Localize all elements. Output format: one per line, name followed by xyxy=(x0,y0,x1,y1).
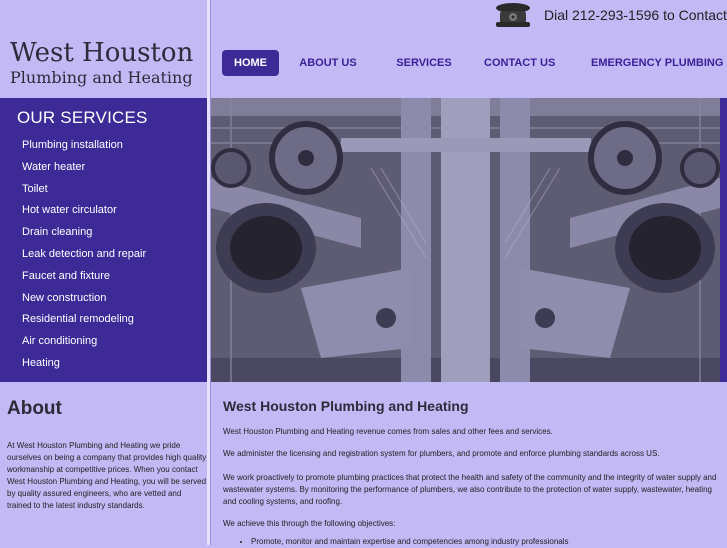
nav-services[interactable]: SERVICES xyxy=(395,50,453,76)
phone-text: Dial 212-293-1596 to Contact xyxy=(544,7,727,23)
objectives-list: Promote, monitor and maintain expertise … xyxy=(223,536,721,548)
service-residential-remodeling[interactable]: Residential remodeling xyxy=(22,312,146,334)
logo-line-1: West Houston xyxy=(10,38,194,68)
nav-contact-us[interactable]: CONTACT US xyxy=(484,50,555,76)
main-content: West Houston Plumbing and Heating West H… xyxy=(223,398,718,546)
service-air-conditioning[interactable]: Air conditioning xyxy=(22,334,146,356)
service-new-construction[interactable]: New construction xyxy=(22,291,146,313)
service-plumbing-installation[interactable]: Plumbing installation xyxy=(22,138,146,160)
main-paragraph-1: West Houston Plumbing and Heating revenu… xyxy=(223,427,553,436)
hero-right-strip xyxy=(720,98,727,382)
service-leak-detection[interactable]: Leak detection and repair xyxy=(22,247,146,269)
main-nav: HOME ABOUT US SERVICES CONTACT US EMERGE… xyxy=(222,50,727,76)
nav-emergency-plumbing[interactable]: EMERGENCY PLUMBING xyxy=(591,50,723,76)
service-heating[interactable]: Heating xyxy=(22,356,146,378)
site-logo[interactable]: West Houston Plumbing and Heating xyxy=(10,38,205,88)
phone-contact: Dial 212-293-1596 to Contact xyxy=(494,2,727,28)
logo-line-2: Plumbing and Heating xyxy=(10,68,193,87)
about-title: About xyxy=(7,398,62,419)
main-heading: West Houston Plumbing and Heating xyxy=(223,398,469,414)
services-sidebar: OUR SERVICES Plumbing installation Water… xyxy=(0,98,207,382)
telephone-icon xyxy=(496,3,530,27)
main-paragraph-2: We administer the licensing and registra… xyxy=(223,449,660,458)
service-water-heater[interactable]: Water heater xyxy=(22,160,146,182)
hero-image xyxy=(211,98,720,382)
services-list: Plumbing installation Water heater Toile… xyxy=(22,138,146,378)
objective-item: Promote, monitor and maintain expertise … xyxy=(251,536,721,548)
nav-home[interactable]: HOME xyxy=(222,50,279,76)
industrial-machinery-image xyxy=(211,98,720,382)
main-paragraph-4: We achieve this through the following ob… xyxy=(223,519,396,528)
service-faucet-fixture[interactable]: Faucet and fixture xyxy=(22,269,146,291)
main-paragraph-3: We work proactively to promote plumbing … xyxy=(223,473,717,506)
nav-about-us[interactable]: ABOUT US xyxy=(299,50,357,76)
about-text: At West Houston Plumbing and Heating we … xyxy=(7,441,207,510)
services-title: OUR SERVICES xyxy=(17,108,148,127)
service-toilet[interactable]: Toilet xyxy=(22,182,146,204)
service-drain-cleaning[interactable]: Drain cleaning xyxy=(22,225,146,247)
service-hot-water-circulator[interactable]: Hot water circulator xyxy=(22,203,146,225)
